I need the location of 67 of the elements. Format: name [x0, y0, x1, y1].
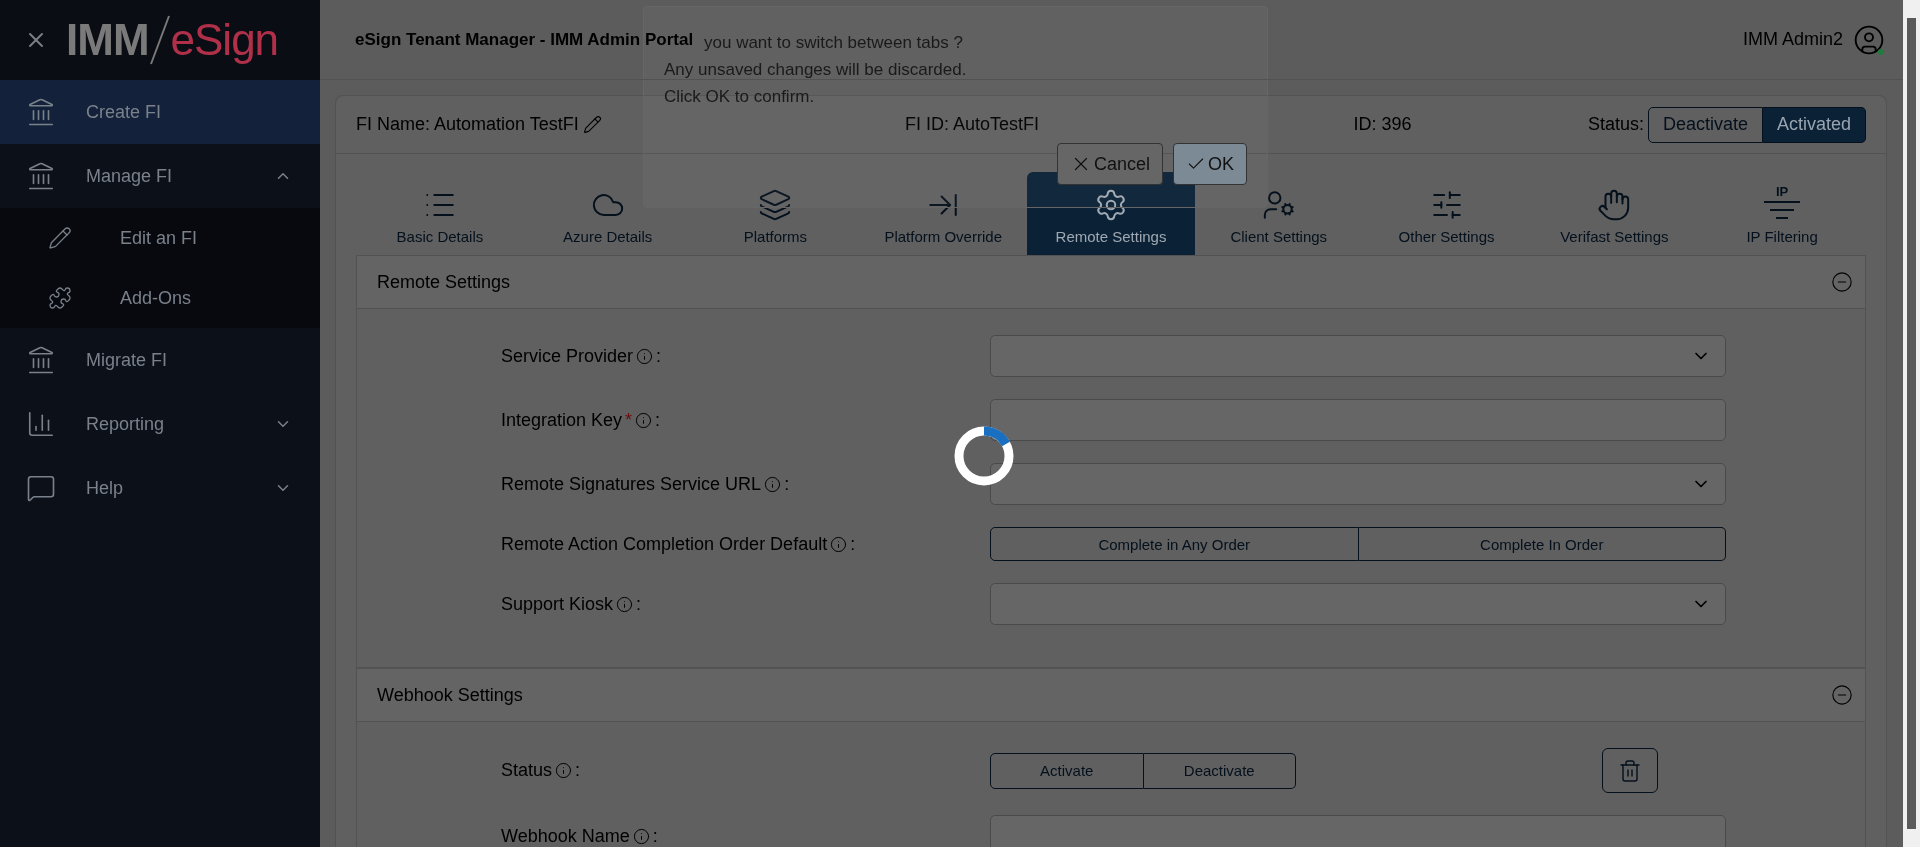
trash-icon: [1618, 758, 1642, 783]
sidebar-item[interactable]: Create FI: [0, 80, 320, 144]
toggle-option[interactable]: Deactivate: [1647, 106, 1763, 143]
dialog-text: Any unsaved changes will be discarded.: [664, 59, 967, 81]
toggle-option[interactable]: Activate: [990, 752, 1144, 789]
input-field[interactable]: [990, 399, 1726, 441]
bar-chart-icon: [26, 409, 56, 439]
fi-name: FI Name: Automation TestFI: [356, 114, 579, 135]
bank-icon: [26, 161, 56, 191]
pencil-icon: [48, 226, 72, 250]
tab[interactable]: Azure Details: [523, 172, 692, 255]
gear-icon: [1094, 188, 1128, 222]
tab[interactable]: Basic Details: [356, 172, 524, 255]
status-label: Status:: [1587, 114, 1644, 135]
tab[interactable]: Other Settings: [1362, 172, 1531, 255]
collapse-icon[interactable]: [1831, 271, 1853, 293]
sidebar-subitem[interactable]: Edit an FI: [0, 208, 320, 268]
select-field[interactable]: [990, 335, 1726, 377]
info-icon[interactable]: [555, 762, 573, 779]
info-icon[interactable]: [830, 535, 848, 553]
info-icon[interactable]: [636, 347, 654, 365]
info-icon[interactable]: [764, 475, 782, 493]
app-title: eSign Tenant Manager - IMM Admin Portal: [355, 29, 694, 50]
user-avatar-icon[interactable]: [1853, 23, 1885, 56]
bank-icon: [26, 345, 56, 375]
field-label: Support Kiosk :: [501, 593, 643, 615]
user-gear-icon: [1261, 188, 1296, 222]
collapse-icon[interactable]: [1831, 684, 1853, 706]
fi-id: FI ID: AutoTestFI: [904, 114, 1039, 135]
field-label: Integration Key * :: [501, 409, 662, 431]
field-label: Remote Action Completion Order Default :: [501, 533, 857, 555]
select-field[interactable]: [990, 463, 1726, 505]
speech-bubble-icon: [26, 473, 56, 503]
tab[interactable]: IP IP Filtering: [1698, 172, 1866, 255]
sidebar-subitem[interactable]: Add-Ons: [0, 268, 320, 328]
pencil-icon[interactable]: [582, 115, 602, 134]
field-label: Status :: [501, 760, 582, 781]
logo: IMM eSign: [66, 14, 279, 66]
layers-icon: [758, 188, 793, 222]
id-number: ID: 396: [1353, 114, 1412, 135]
ok-button[interactable]: OK: [1173, 143, 1247, 185]
toggle-option[interactable]: Complete In Order: [1358, 527, 1726, 561]
toggle-option[interactable]: Deactivate: [1143, 752, 1296, 789]
field-label: Service Provider :: [501, 345, 663, 367]
section-title: Remote Settings: [377, 271, 511, 293]
tab[interactable]: Verifast Settings: [1530, 172, 1699, 255]
info-icon[interactable]: [616, 595, 634, 613]
scrollbar[interactable]: [1903, 0, 1920, 847]
dialog-text: Click OK to confirm.: [664, 86, 815, 108]
field-label: Webhook Name :: [501, 825, 659, 847]
user-name: IMM Admin2: [1742, 29, 1843, 50]
input-field[interactable]: [990, 815, 1726, 847]
puzzle-icon: [48, 286, 72, 310]
bank-icon: [26, 97, 56, 127]
dialog-text: you want to switch between tabs ?: [704, 32, 963, 54]
select-field[interactable]: [990, 583, 1726, 625]
hand-icon: [1597, 188, 1632, 222]
info-icon[interactable]: [632, 827, 650, 845]
tab[interactable]: Platform Override: [859, 172, 1028, 255]
field-label: Remote Signatures Service URL :: [501, 473, 791, 495]
toggle-option[interactable]: Activated: [1762, 106, 1866, 143]
cancel-button[interactable]: Cancel: [1056, 143, 1163, 185]
toggle-option[interactable]: Complete in Any Order: [990, 527, 1359, 561]
info-icon[interactable]: [635, 411, 653, 429]
delete-button[interactable]: [1602, 748, 1658, 793]
section-title: Webhook Settings: [377, 684, 523, 706]
tab[interactable]: Platforms: [691, 172, 860, 255]
